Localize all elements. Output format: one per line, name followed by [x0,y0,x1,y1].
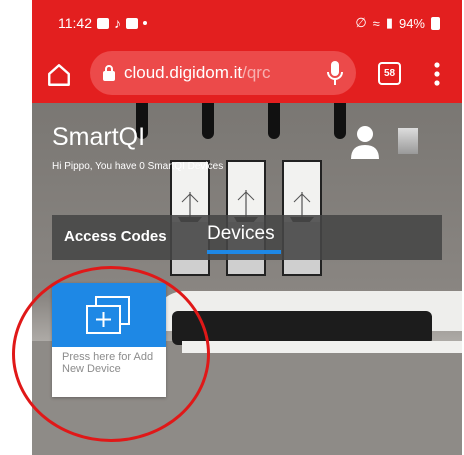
brand-logo [398,128,418,154]
status-time: 11:42 [58,15,92,31]
url-path: /qrc [242,63,271,82]
url-domain: cloud.digidom.it [124,63,243,82]
highlight-circle [12,266,210,442]
more-menu-icon[interactable] [434,62,440,86]
browser-toolbar: cloud.digidom.it/qrc 58 [32,45,462,103]
signal-icon: ▮ [385,15,393,30]
battery-percent: 94% [398,15,425,31]
address-bar[interactable]: cloud.digidom.it/qrc [90,51,356,95]
status-bar-left: 11:42 ♪ [58,15,147,31]
home-icon[interactable] [46,62,72,88]
tiktok-icon: ♪ [114,15,121,31]
youtube-icon [126,17,138,29]
welcome-message: Hi Pippo, You have 0 SmartQI Devices [52,161,224,172]
status-bar: 11:42 ♪ ∅ ≈ ▮ 94% [32,0,462,45]
app-title: SmartQI [52,123,146,151]
microphone-icon[interactable] [325,59,345,87]
image-icon [97,17,109,29]
mute-icon: ∅ [355,15,367,30]
tab-devices[interactable]: Devices [207,223,275,245]
pendant-lamp [202,103,214,139]
tab-bar: Access Codes Devices [52,215,442,260]
sofa-base [182,341,462,353]
tab-switcher-button[interactable]: 58 [378,62,401,85]
pendant-lamp [268,103,280,139]
tab-access-codes[interactable]: Access Codes [64,228,167,245]
notification-dot-icon [143,21,147,25]
user-icon[interactable] [350,125,380,159]
battery-icon [431,16,440,30]
lock-icon [103,65,115,81]
wifi-icon: ≈ [372,15,380,31]
sofa-seat [172,311,432,345]
pendant-lamp [334,103,346,139]
status-bar-right: ∅ ≈ ▮ 94% [355,15,440,31]
active-tab-indicator [207,250,281,254]
